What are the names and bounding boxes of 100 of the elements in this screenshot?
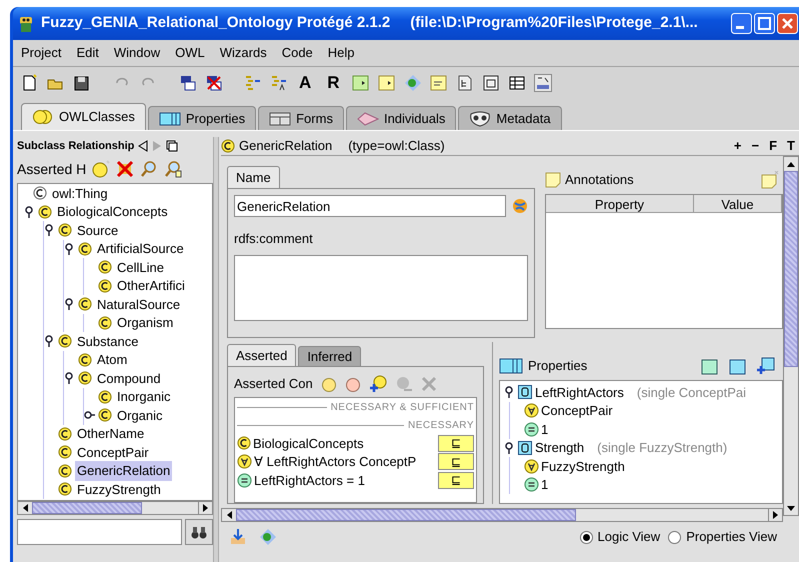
tree-item[interactable]: Organism [115,313,176,332]
window-icon[interactable] [482,74,500,92]
scroll-left-icon[interactable] [22,504,28,512]
delete-icon[interactable] [116,160,134,178]
class-query-icon[interactable] [378,74,396,92]
scroll-thumb[interactable] [236,509,576,521]
add-property-icon[interactable] [757,357,775,375]
globe-icon[interactable] [512,198,528,214]
property-name[interactable]: LeftRightActors [535,382,624,402]
horizontal-scrollbar[interactable] [221,508,783,522]
query-icon[interactable] [352,74,370,92]
condition-text[interactable]: LeftRightActors = 1 [254,470,436,490]
expanded-handle-icon[interactable] [64,298,75,310]
windows-icon[interactable] [179,74,197,92]
expanded-handle-icon[interactable] [504,386,515,398]
tab[interactable]: Individuals [346,106,456,130]
tree-item[interactable]: ConceptPair [75,442,151,462]
scroll-thumb[interactable] [784,171,798,367]
maximize-icon[interactable] [754,13,775,34]
tree-item[interactable]: GenericRelation [75,461,172,480]
new-file-icon[interactable] [21,74,39,92]
search-icon[interactable] [164,160,182,178]
toolbar-text-button[interactable]: R [323,70,344,96]
tree-item[interactable]: Compound [95,368,163,388]
back-arrow-icon[interactable] [138,140,148,152]
tree-item[interactable]: FuzzyStrength [75,480,163,499]
scroll-thumb[interactable] [32,502,142,514]
header-action[interactable]: − [752,136,760,156]
menu-item[interactable]: Wizards [220,43,267,63]
tree-item[interactable]: OtherArtifici [115,276,187,296]
tree-item[interactable]: NaturalSource [95,294,182,314]
menu-item[interactable]: Help [328,43,355,63]
tab[interactable]: Properties [148,106,256,130]
create-class-icon[interactable] [320,376,337,392]
restriction-value[interactable]: ConceptPair [541,401,613,420]
search-field[interactable] [17,519,182,545]
note-icon[interactable] [430,74,448,92]
menu-item[interactable]: Project [21,43,62,63]
tree-item[interactable]: Source [75,220,120,240]
expanded-handle-icon[interactable] [24,206,35,218]
menu-item[interactable]: Edit [76,43,99,63]
condition-badge[interactable]: ⊑ [438,434,474,452]
tab[interactable]: OWLClasses [21,103,146,130]
help-icon[interactable] [534,74,552,92]
object-property-icon[interactable] [729,357,747,375]
bug-icon[interactable] [259,528,277,546]
condition-badge[interactable]: ⊑ [438,453,474,470]
tree-item[interactable]: ArtificialSource [95,239,186,258]
find-button[interactable] [185,519,213,545]
column-header[interactable]: Value [694,195,782,212]
tree-item[interactable]: OtherName [75,424,146,444]
comment-field[interactable] [234,254,528,320]
tree-item[interactable]: Inorganic [115,387,172,406]
tree-item[interactable]: Atom [95,350,130,370]
windows-icon[interactable] [166,140,178,152]
tree-item[interactable]: Substance [75,332,140,351]
condition-text[interactable]: BiologicalConcepts [253,434,436,453]
vertical-scrollbar[interactable] [783,156,799,516]
expanded-handle-icon[interactable] [44,335,55,348]
header-action[interactable]: + [734,136,742,156]
property-name[interactable]: Strength [535,438,584,458]
tab[interactable]: Metadata [458,106,562,130]
tab[interactable]: Name [227,166,280,188]
search-icon[interactable] [140,160,158,178]
condition-text[interactable]: ∀ LeftRightActors ConceptP [254,452,436,472]
restriction-value[interactable]: 1 [541,420,548,439]
tree-item[interactable]: BiologicalConcepts [55,202,170,222]
table-icon[interactable] [508,74,526,92]
restriction-value[interactable]: 1 [541,475,548,494]
hierarchy-icon[interactable] [243,74,261,92]
tree-item[interactable]: CellLine [115,258,166,277]
toolbar-text-button[interactable]: A [295,70,316,96]
restriction-value[interactable]: FuzzyStrength [541,456,625,476]
save-icon[interactable] [73,74,91,92]
create-restriction-icon[interactable] [344,376,361,392]
expanded-handle-icon[interactable] [64,242,75,255]
header-action[interactable]: T [787,136,795,156]
close-icon[interactable] [777,13,798,34]
expanded-handle-icon[interactable] [64,372,75,384]
header-action[interactable]: F [769,136,778,156]
minimize-icon[interactable] [731,13,752,34]
tree-item[interactable]: owl:Thing [50,184,110,203]
view-radio[interactable]: Logic View [580,527,660,547]
view-radio[interactable]: Properties View [668,527,777,547]
tab[interactable]: Inferred [298,346,362,366]
datatype-property-icon[interactable] [701,357,719,375]
tab[interactable]: Asserted [227,344,296,366]
scroll-down-icon[interactable] [787,506,795,510]
scroll-left-icon[interactable] [226,511,232,519]
delete-windows-icon[interactable] [205,74,223,92]
import-icon[interactable] [229,528,247,546]
expanded-handle-icon[interactable] [44,224,55,236]
horizontal-scrollbar[interactable] [17,501,213,515]
menu-item[interactable]: Window [114,43,160,63]
menu-item[interactable]: Code [282,43,313,63]
column-header[interactable]: Property [546,195,694,212]
hierarchy-icon[interactable] [269,74,287,92]
scroll-up-icon[interactable] [787,162,795,166]
scroll-right-icon[interactable] [203,504,208,512]
expanded-handle-icon[interactable] [504,442,515,454]
